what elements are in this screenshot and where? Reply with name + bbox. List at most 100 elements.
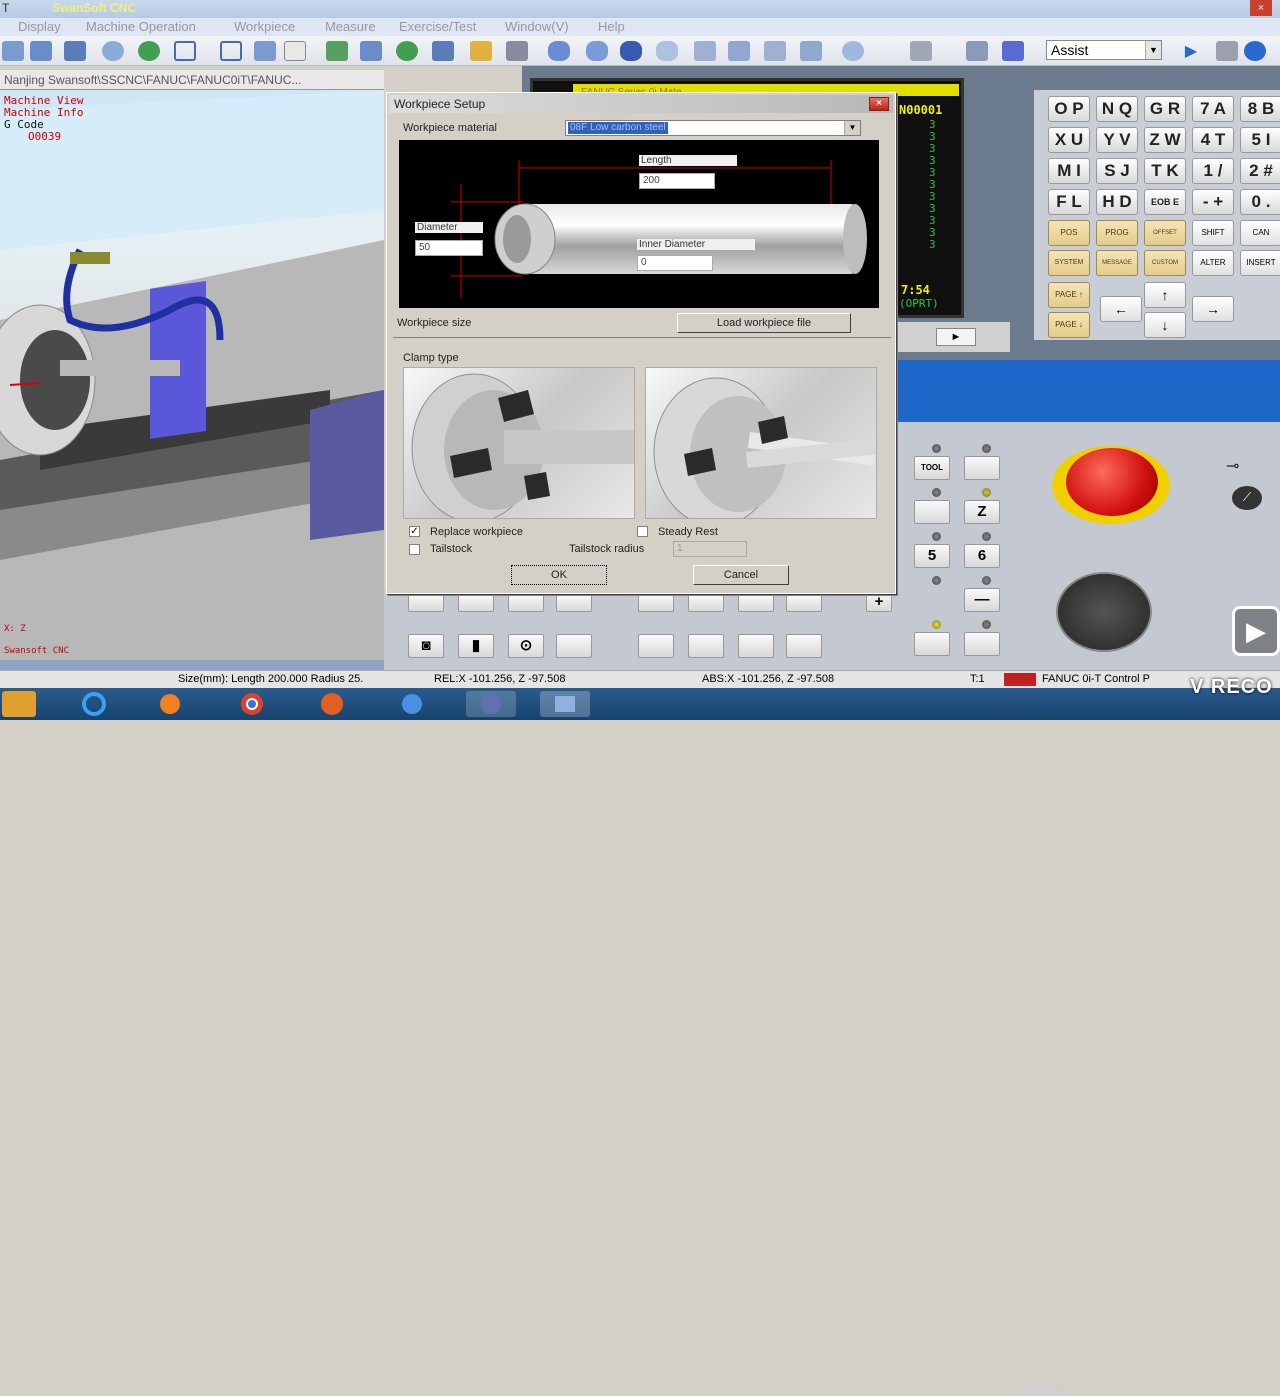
key-y[interactable]: Y V <box>1096 127 1138 153</box>
key-1[interactable]: 1 / <box>1192 158 1234 184</box>
blank-key[interactable] <box>738 594 774 612</box>
folder-icon[interactable] <box>2 691 36 717</box>
spindle-key[interactable] <box>964 632 1000 656</box>
tool-icon-15[interactable] <box>506 41 528 61</box>
key-z[interactable]: Z W <box>1144 127 1186 153</box>
key-x[interactable]: X U <box>1048 127 1090 153</box>
tool-icon-18[interactable] <box>620 41 642 61</box>
blank-key[interactable] <box>964 456 1000 480</box>
tool-icon-20[interactable] <box>694 41 716 61</box>
cycle-start-key[interactable]: ◙ <box>408 634 444 658</box>
menu-window[interactable]: Window(V) <box>505 19 569 34</box>
key-f[interactable]: F L <box>1048 189 1090 215</box>
key-can[interactable]: CAN <box>1240 220 1280 246</box>
steady-rest-checkbox[interactable] <box>637 526 648 537</box>
mode-select[interactable]: Assist ▼ <box>1046 40 1162 60</box>
tool-icon-6[interactable] <box>174 41 196 61</box>
key-message[interactable]: MESSAGE <box>1096 250 1138 276</box>
key-7[interactable]: 7 A <box>1192 96 1234 122</box>
blank-key[interactable] <box>786 634 822 658</box>
key-n[interactable]: N Q <box>1096 96 1138 122</box>
key-up-arrow[interactable]: ↑ <box>1144 282 1186 308</box>
record-play-icon[interactable]: ▶ <box>1232 606 1280 656</box>
key-custom-graph[interactable]: CUSTOM GRAPH <box>1144 250 1186 290</box>
tool-icon-14[interactable] <box>470 41 492 61</box>
tool-icon-24[interactable] <box>842 41 864 61</box>
dialog-close-icon[interactable]: × <box>869 97 889 111</box>
cancel-button[interactable]: Cancel <box>693 565 789 585</box>
diameter-input[interactable]: 50 <box>415 240 483 256</box>
key-alter[interactable]: ALTER <box>1192 250 1234 276</box>
replace-workpiece-checkbox[interactable]: ✓ <box>409 526 420 537</box>
media-icon[interactable] <box>148 691 192 717</box>
key-8[interactable]: 8 B <box>1240 96 1280 122</box>
menu-display[interactable]: Display <box>18 19 61 34</box>
key-right-arrow[interactable]: → <box>1192 296 1234 322</box>
z-axis-key[interactable]: Z <box>964 500 1000 524</box>
blank-key[interactable] <box>408 594 444 612</box>
key-g[interactable]: G R <box>1144 96 1186 122</box>
key-page-down[interactable]: PAGE ↓ <box>1048 312 1090 338</box>
window-close-button[interactable]: × <box>1250 0 1272 16</box>
key-switch[interactable]: ⟋ <box>1232 486 1262 510</box>
key-4[interactable]: 4 T <box>1192 127 1234 153</box>
tool-icon-10[interactable] <box>326 41 348 61</box>
clamp-option-4-jaw[interactable] <box>645 367 877 519</box>
tool-icon-12[interactable] <box>396 41 418 61</box>
tailstock-radius-input[interactable]: 1 <box>673 541 747 557</box>
material-select[interactable]: 08F Low carbon steel ▼ <box>565 120 861 136</box>
tool-icon-16[interactable] <box>548 41 570 61</box>
key-shift[interactable]: SHIFT <box>1192 220 1234 246</box>
system-menu-icon[interactable]: T <box>2 1 9 15</box>
tool-icon-25[interactable] <box>910 41 932 61</box>
key-5[interactable]: 5 I <box>1240 127 1280 153</box>
blank-key[interactable] <box>638 634 674 658</box>
swansoft-taskbar-icon[interactable] <box>466 691 516 717</box>
blank-key[interactable] <box>738 634 774 658</box>
key-left-arrow[interactable]: ← <box>1100 296 1142 322</box>
play-icon[interactable]: ▶ <box>1180 41 1202 61</box>
menu-measure[interactable]: Measure <box>325 19 376 34</box>
ie-icon[interactable] <box>72 691 116 717</box>
key-system[interactable]: SYSTEM <box>1048 250 1090 276</box>
key-h[interactable]: H D <box>1096 189 1138 215</box>
menu-exercise-test[interactable]: Exercise/Test <box>399 19 476 34</box>
key-pos[interactable]: POS <box>1048 220 1090 246</box>
key-o[interactable]: O P <box>1048 96 1090 122</box>
blank-key[interactable] <box>914 500 950 524</box>
spindle-key[interactable] <box>914 632 950 656</box>
lathe-3d-view[interactable]: Machine View Machine Info G Code O0039 X… <box>0 90 384 660</box>
tailstock-checkbox[interactable] <box>409 544 420 555</box>
tool-icon-22[interactable] <box>764 41 786 61</box>
tool-icon-26[interactable] <box>966 41 988 61</box>
inner-diameter-input[interactable]: 0 <box>637 255 713 271</box>
blank-key[interactable] <box>688 594 724 612</box>
tool-icon-4[interactable] <box>102 41 124 61</box>
tool-icon-28[interactable] <box>1216 41 1238 61</box>
save-icon[interactable] <box>1002 41 1024 61</box>
tool-icon-1[interactable] <box>2 41 24 61</box>
menu-workpiece[interactable]: Workpiece <box>234 19 295 34</box>
key-0[interactable]: 0 . <box>1240 189 1280 215</box>
key-eob[interactable]: EOB E <box>1144 189 1186 215</box>
menu-help[interactable]: Help <box>598 19 625 34</box>
key-prog[interactable]: PROG <box>1096 220 1138 246</box>
chrome-icon[interactable] <box>230 691 274 717</box>
softkey-next-icon[interactable]: ► <box>936 328 976 346</box>
key-5-axis[interactable]: 5 <box>914 544 950 568</box>
blank-key[interactable] <box>556 594 592 612</box>
blank-key[interactable] <box>508 594 544 612</box>
emergency-stop-button[interactable] <box>1066 448 1158 516</box>
tool-icon-23[interactable] <box>800 41 822 61</box>
tool-icon-13[interactable] <box>432 41 454 61</box>
refresh-icon[interactable] <box>138 41 160 61</box>
dry-run-key[interactable]: ⊙ <box>508 634 544 658</box>
key-minus[interactable]: - + <box>1192 189 1234 215</box>
tool-key[interactable]: TOOL <box>914 456 950 480</box>
firefox-icon[interactable] <box>310 691 354 717</box>
key-2[interactable]: 2 # <box>1240 158 1280 184</box>
tool-icon-8[interactable] <box>254 41 276 61</box>
key-s[interactable]: S J <box>1096 158 1138 184</box>
blank-key[interactable] <box>688 634 724 658</box>
blank-key[interactable] <box>786 594 822 612</box>
